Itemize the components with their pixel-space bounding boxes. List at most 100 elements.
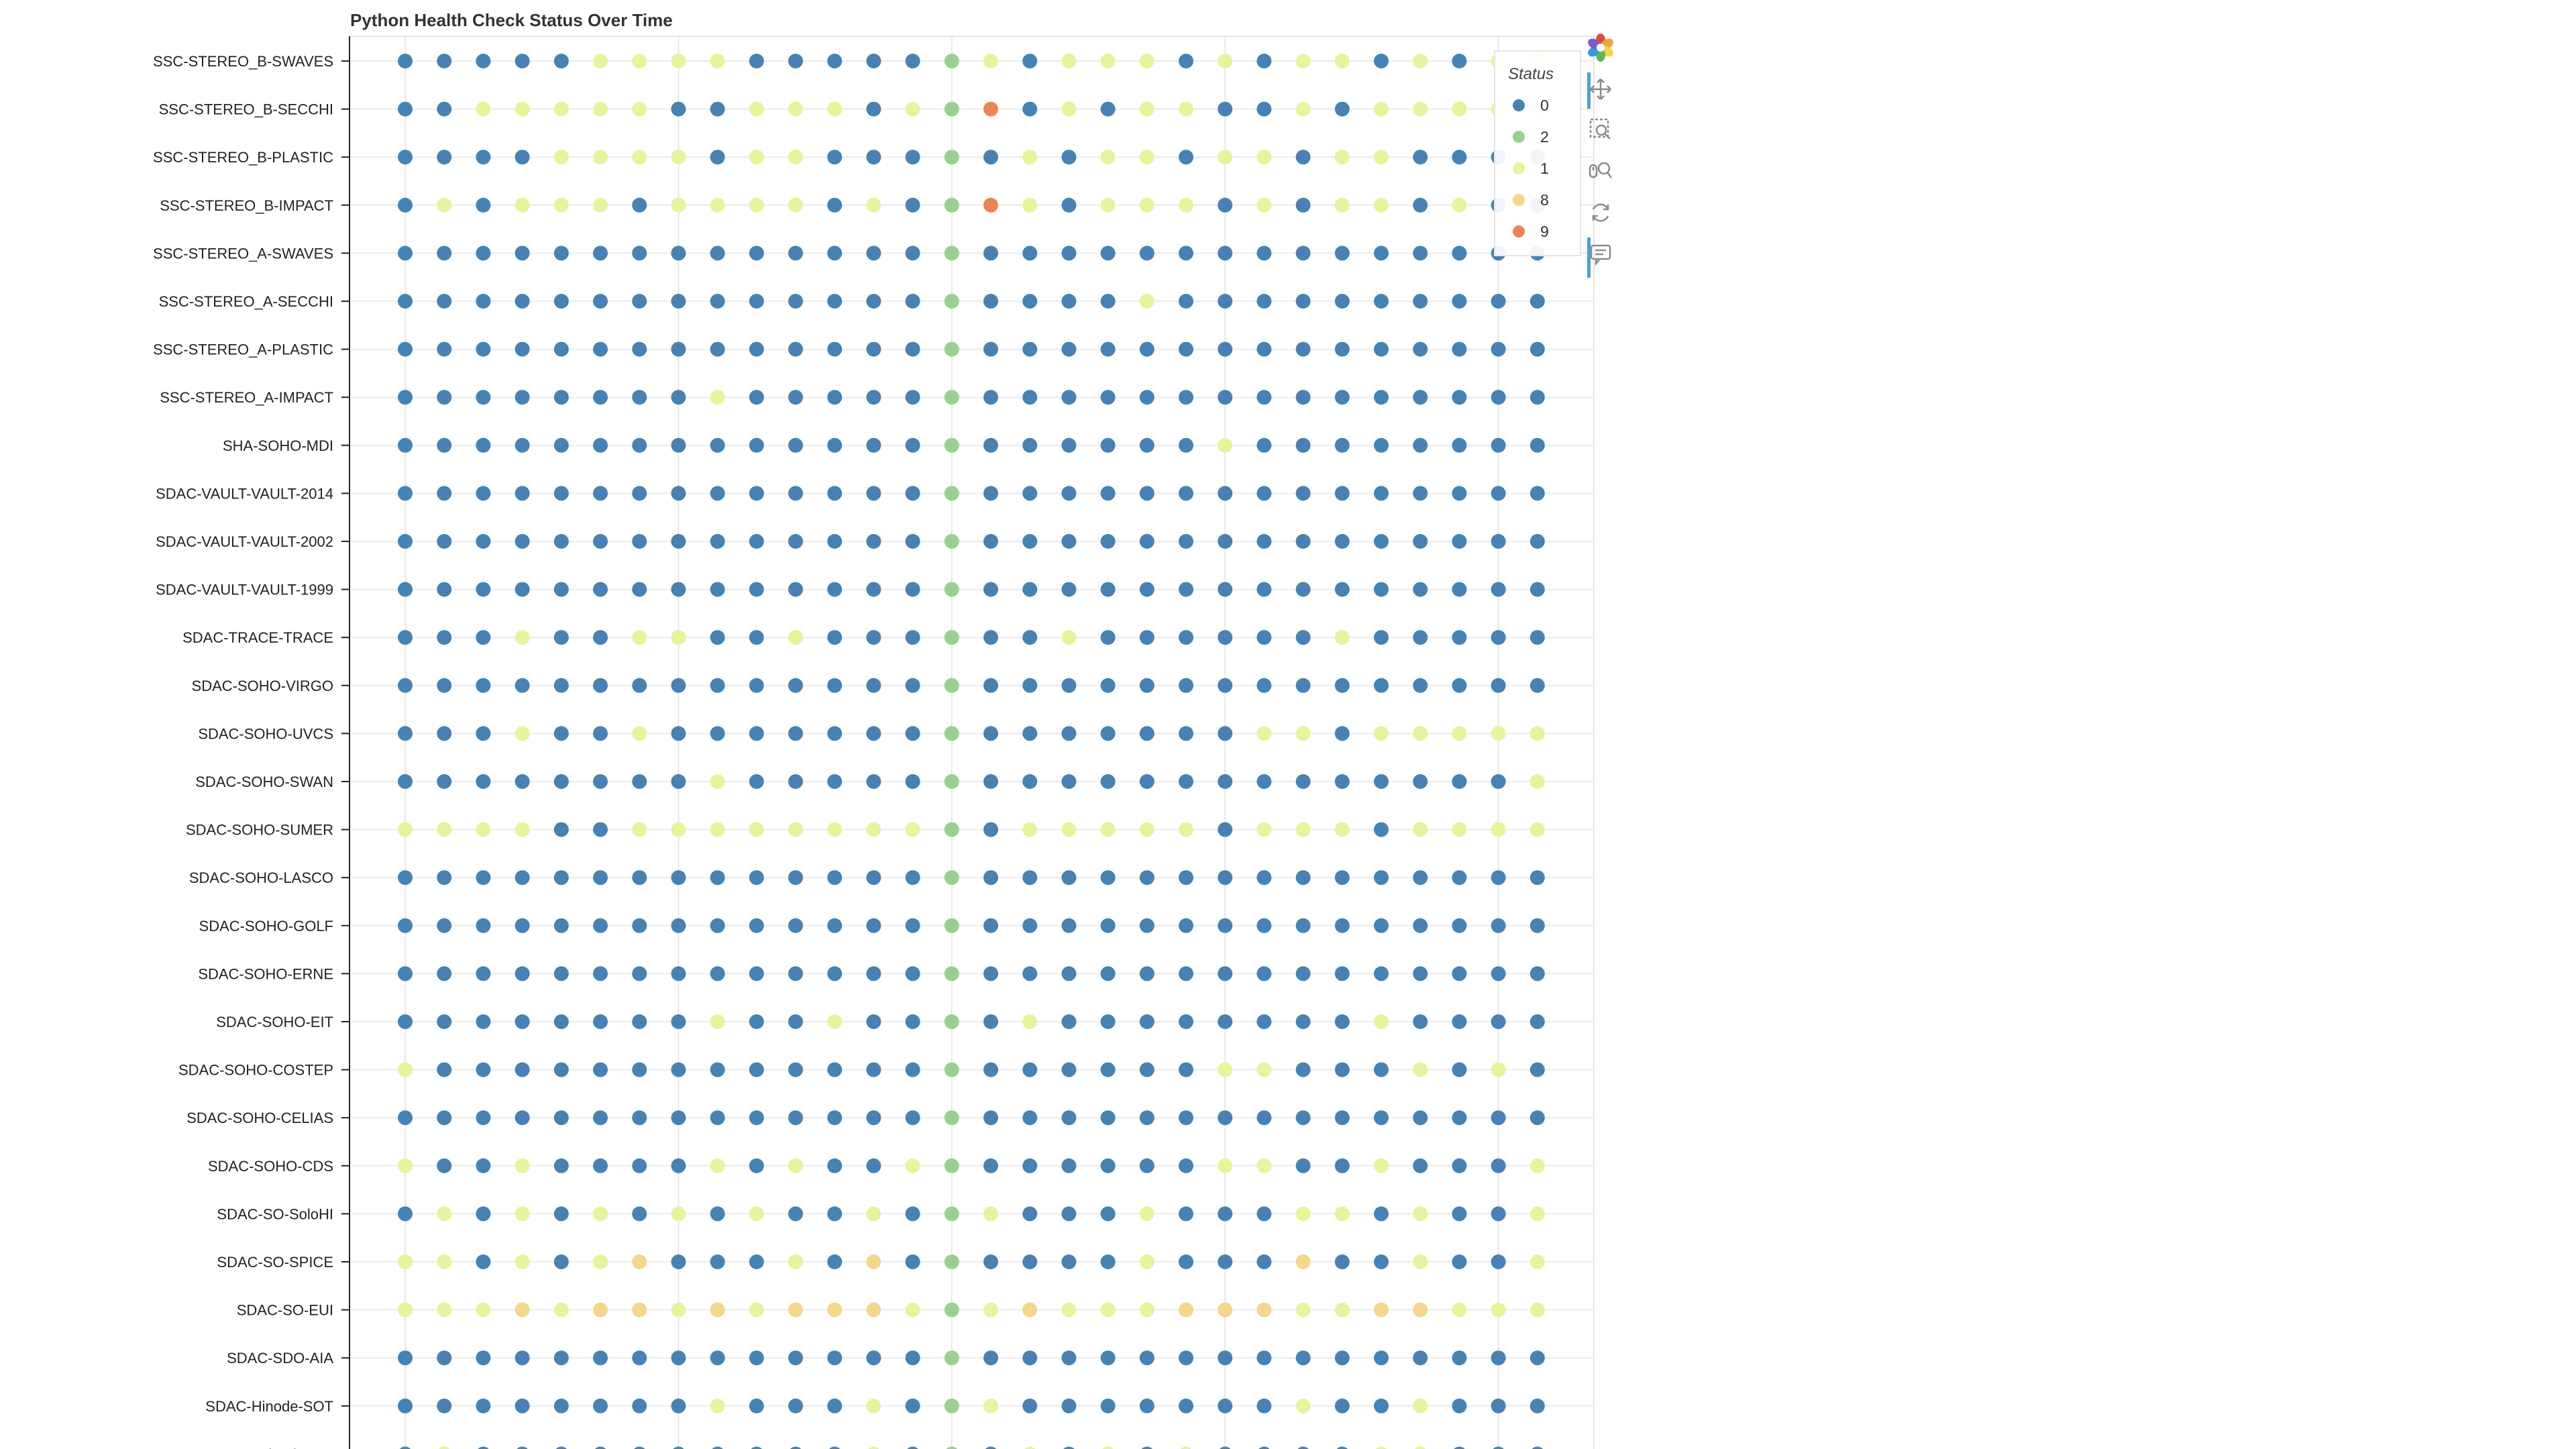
data-point xyxy=(476,1302,491,1318)
data-point xyxy=(671,918,686,933)
data-point xyxy=(1334,1302,1350,1318)
data-point xyxy=(907,1446,918,1449)
hover-icon[interactable] xyxy=(1576,233,1625,275)
data-point xyxy=(437,54,452,68)
data-point xyxy=(632,966,647,981)
data-point xyxy=(1061,870,1077,885)
data-point xyxy=(1141,1446,1152,1449)
y-tick-label: SSC-STEREO_A-IMPACT xyxy=(160,389,333,406)
data-point xyxy=(515,437,530,453)
reset-icon[interactable] xyxy=(1576,192,1625,233)
data-point xyxy=(866,678,881,693)
data-point xyxy=(1179,486,1193,501)
data-point xyxy=(1452,870,1467,885)
data-point xyxy=(1179,1398,1193,1413)
data-point xyxy=(1139,726,1155,741)
y-tick-label: SSC-STEREO_B-SECCHI xyxy=(159,101,333,118)
bokeh-logo-icon[interactable] xyxy=(1576,27,1625,68)
data-point xyxy=(827,1350,843,1366)
y-tick-label: SDAC-VAULT-VAULT-1999 xyxy=(156,582,333,598)
data-point xyxy=(476,966,491,981)
data-point xyxy=(1452,246,1467,261)
data-point xyxy=(476,1398,491,1413)
data-point xyxy=(553,1398,569,1413)
pan-icon[interactable] xyxy=(1576,68,1625,110)
data-point xyxy=(905,1110,920,1126)
data-point xyxy=(1529,870,1545,885)
data-point xyxy=(671,1254,686,1269)
data-point xyxy=(1179,1254,1193,1269)
data-point xyxy=(866,341,881,357)
data-point xyxy=(1452,726,1467,741)
data-point xyxy=(515,1350,530,1366)
data-point xyxy=(1374,1254,1389,1269)
data-point xyxy=(593,54,608,68)
legend-title: Status xyxy=(1508,65,1554,83)
y-tick-label: SDAC-SDO-AIA xyxy=(227,1350,333,1366)
box-zoom-icon[interactable] xyxy=(1576,109,1625,150)
data-point xyxy=(827,486,843,501)
data-point xyxy=(1491,966,1506,981)
data-point xyxy=(1179,582,1193,597)
data-point xyxy=(1256,1206,1272,1222)
data-point xyxy=(476,870,491,885)
data-point xyxy=(1452,486,1467,501)
data-point xyxy=(1022,678,1038,693)
data-point xyxy=(1374,1398,1389,1413)
data-point xyxy=(553,726,569,741)
data-point xyxy=(398,150,413,165)
data-point xyxy=(944,1014,959,1029)
data-point xyxy=(1334,197,1350,213)
data-point xyxy=(827,726,843,741)
data-point xyxy=(905,101,920,117)
data-point xyxy=(1061,101,1077,117)
data-point xyxy=(944,150,959,165)
data-point xyxy=(749,437,764,453)
data-point xyxy=(788,1398,803,1413)
data-point xyxy=(985,1446,997,1449)
data-point xyxy=(398,486,413,501)
data-point xyxy=(1061,774,1077,789)
data-point xyxy=(632,54,647,68)
data-point xyxy=(671,1062,686,1077)
data-point xyxy=(905,726,920,741)
data-point xyxy=(671,437,686,453)
data-point xyxy=(1256,486,1272,501)
data-point xyxy=(398,870,413,885)
data-point xyxy=(710,534,725,549)
data-point xyxy=(866,390,881,405)
data-point xyxy=(1295,1254,1311,1269)
data-point xyxy=(866,1158,881,1173)
data-point xyxy=(1022,390,1038,405)
data-point xyxy=(1336,1446,1348,1449)
data-point xyxy=(1022,918,1038,933)
data-point xyxy=(671,294,686,309)
data-point xyxy=(1491,1302,1506,1318)
data-point xyxy=(398,197,413,213)
data-point xyxy=(476,341,491,357)
data-point xyxy=(788,1302,803,1318)
data-point xyxy=(476,390,491,405)
data-point xyxy=(553,294,569,309)
data-point xyxy=(944,1302,959,1318)
y-tick-label: SDAC-SOHO-GOLF xyxy=(199,918,333,934)
legend-label: 8 xyxy=(1540,191,1549,209)
data-point xyxy=(1061,726,1077,741)
data-point xyxy=(1218,1398,1233,1413)
data-point xyxy=(593,341,608,357)
data-point xyxy=(1100,150,1116,165)
data-point xyxy=(983,822,998,837)
data-point xyxy=(671,1014,686,1029)
data-point xyxy=(398,1206,413,1222)
data-point xyxy=(632,822,647,837)
data-point xyxy=(1061,1398,1077,1413)
data-point xyxy=(827,678,843,693)
data-point xyxy=(553,582,569,597)
data-point xyxy=(983,534,998,549)
data-point xyxy=(905,150,920,165)
wheel-zoom-icon[interactable] xyxy=(1576,150,1625,192)
data-point xyxy=(398,1302,413,1318)
data-point xyxy=(905,1158,920,1173)
data-point xyxy=(1022,630,1038,645)
data-point xyxy=(1529,1302,1545,1318)
